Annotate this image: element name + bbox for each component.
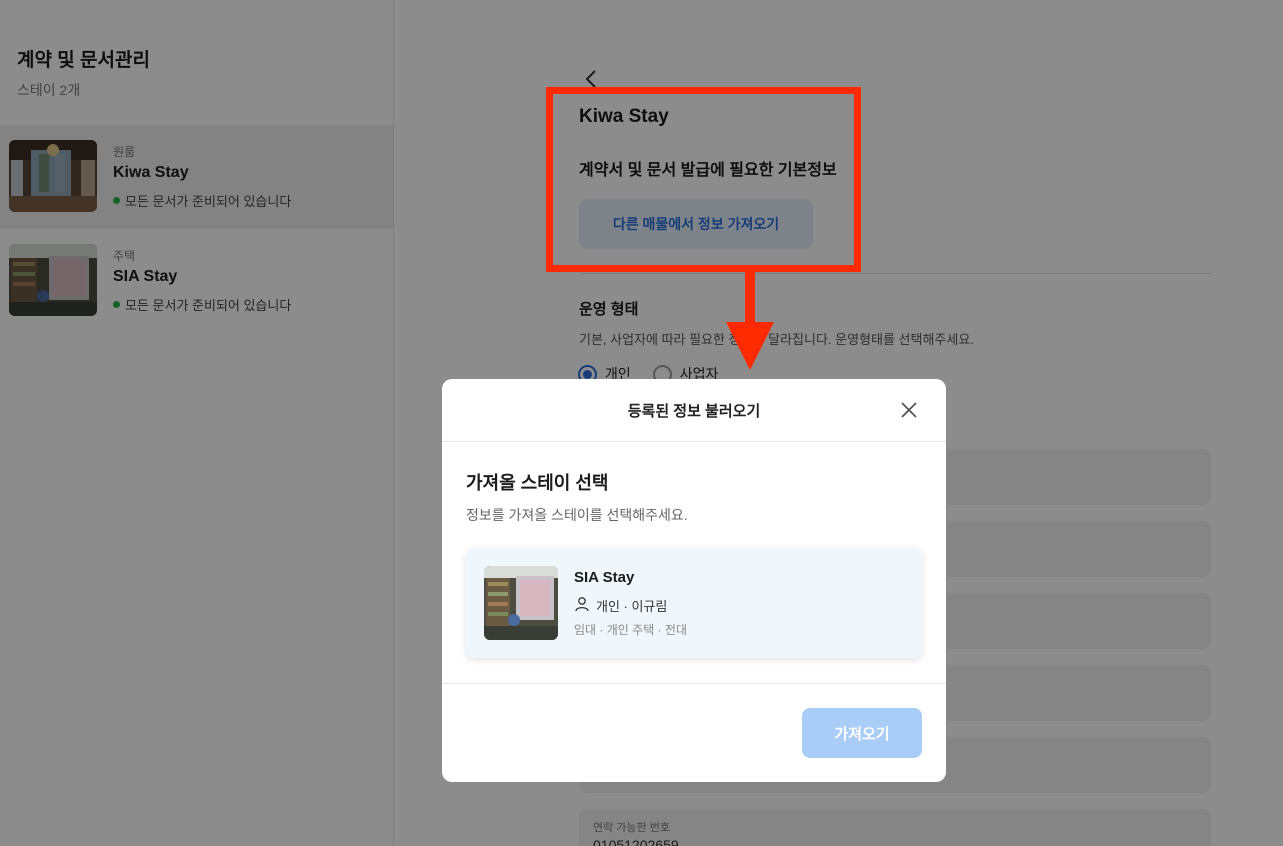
- stay-card-name: SIA Stay: [574, 569, 635, 586]
- stay-select-card[interactable]: SIA Stay 개인 · 이규림 임대 · 개인 주택 · 전대: [466, 548, 922, 658]
- stay-card-owner: 개인 · 이규림: [574, 596, 667, 615]
- annotation-highlight-box: [546, 87, 861, 272]
- modal-footer-divider: [442, 683, 946, 684]
- stay-card-thumbnail: [484, 566, 558, 640]
- import-stay-modal: 등록된 정보 불러오기 가져올 스테이 선택 정보를 가져올 스테이를 선택해주…: [442, 379, 946, 782]
- modal-heading: 가져올 스테이 선택: [466, 473, 609, 493]
- close-icon[interactable]: [898, 399, 920, 421]
- stay-card-owner-text: 개인 · 이규림: [596, 599, 668, 614]
- modal-description: 정보를 가져올 스테이를 선택해주세요.: [466, 507, 688, 523]
- stay-card-tags: 임대 · 개인 주택 · 전대: [574, 623, 687, 637]
- modal-title: 등록된 정보 불러오기: [627, 403, 761, 420]
- annotation-arrow-head-icon: [726, 322, 774, 370]
- fetch-button[interactable]: 가져오기: [802, 708, 922, 758]
- annotation-arrow-shaft: [745, 272, 755, 324]
- person-icon: [574, 596, 590, 615]
- modal-header: 등록된 정보 불러오기: [442, 379, 946, 442]
